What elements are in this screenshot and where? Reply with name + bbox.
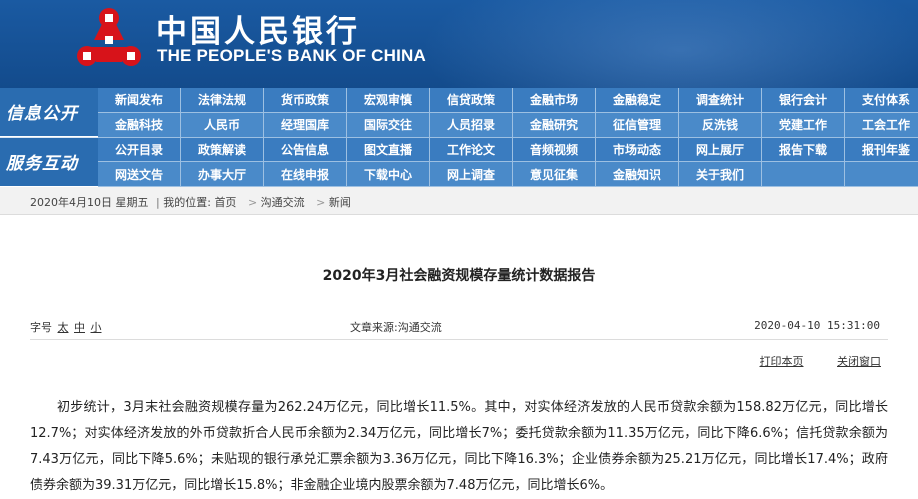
- font-size-medium[interactable]: 中: [74, 321, 85, 334]
- article-meta: 字号 太 中 小 文章来源:沟通交流 2020-04-10 15:31:00: [30, 319, 885, 335]
- nav-item[interactable]: 音频视频: [513, 137, 596, 163]
- breadcrumb-bar: 2020年4月10日 星期五 | 我的位置: 首页 > 沟通交流 > 新闻: [0, 187, 918, 215]
- nav-item[interactable]: 反洗钱: [679, 112, 762, 138]
- article-source: 文章来源:沟通交流: [350, 319, 442, 335]
- nav-empty-cell: [845, 162, 918, 187]
- font-size-control: 字号 太 中 小: [30, 319, 102, 335]
- article-container: 2020年3月社会融资规模存量统计数据报告 字号 太 中 小 文章来源:沟通交流…: [0, 215, 918, 496]
- nav-item[interactable]: 人民币: [181, 112, 264, 138]
- breadcrumb-home-link[interactable]: 首页: [214, 196, 236, 209]
- article-body: 初步统计，3月末社会融资规模存量为262.24万亿元，同比增长11.5%。其中，…: [30, 400, 888, 493]
- nav-item[interactable]: 意见征集: [513, 162, 596, 187]
- font-size-large[interactable]: 太: [58, 321, 69, 334]
- nav-item[interactable]: 信贷政策: [430, 88, 513, 113]
- nav-item[interactable]: 网上调查: [430, 162, 513, 187]
- nav-item[interactable]: 在线申报: [264, 162, 347, 187]
- separator: |: [156, 196, 160, 209]
- nav-item[interactable]: 政策解读: [181, 137, 264, 163]
- current-date: 2020年4月10日: [30, 196, 112, 209]
- current-weekday: 星期五: [115, 196, 149, 209]
- nav-item[interactable]: 新闻发布: [98, 88, 181, 113]
- nav-item[interactable]: 网上展厅: [679, 137, 762, 163]
- source-label: 文章来源:: [350, 321, 398, 334]
- nav-empty-cell: [762, 162, 845, 187]
- nav-item[interactable]: 公开目录: [98, 137, 181, 163]
- main-nav: 信息公开 服务互动 新闻发布 法律法规 货币政策 宏观审慎 信贷政策 金融市场 …: [0, 88, 918, 187]
- nav-item[interactable]: 金融科技: [98, 112, 181, 138]
- nav-item[interactable]: 调查统计: [679, 88, 762, 113]
- nav-item[interactable]: 市场动态: [596, 137, 679, 163]
- breadcrumb-section-link[interactable]: 沟通交流: [261, 196, 305, 209]
- nav-item[interactable]: 关于我们: [679, 162, 762, 187]
- pboc-emblem-icon[interactable]: [74, 6, 144, 70]
- nav-item[interactable]: 工会工作: [845, 112, 918, 138]
- separator: >: [316, 196, 326, 209]
- nav-item[interactable]: 支付体系: [845, 88, 918, 113]
- font-size-small[interactable]: 小: [91, 321, 102, 334]
- header-glow: [420, 0, 918, 88]
- nav-item[interactable]: 金融知识: [596, 162, 679, 187]
- nav-item[interactable]: 经理国库: [264, 112, 347, 138]
- nav-section-label: 服务互动: [6, 154, 78, 174]
- nav-item[interactable]: 工作论文: [430, 137, 513, 163]
- nav-item[interactable]: 网送文告: [98, 162, 181, 187]
- article-datetime: 2020-04-10 15:31:00: [754, 319, 880, 332]
- nav-item[interactable]: 人员招录: [430, 112, 513, 138]
- breadcrumb-current[interactable]: 新闻: [329, 196, 351, 209]
- location-label: 我的位置:: [163, 196, 211, 209]
- divider: [30, 339, 888, 340]
- article-title: 2020年3月社会融资规模存量统计数据报告: [322, 268, 596, 284]
- source-value: 沟通交流: [397, 321, 442, 334]
- nav-item[interactable]: 国际交往: [347, 112, 430, 138]
- nav-item[interactable]: 银行会计: [762, 88, 845, 113]
- brand-name-cn[interactable]: 中国人民银行: [156, 6, 360, 51]
- breadcrumb: 2020年4月10日 星期五 | 我的位置: 首页 > 沟通交流 > 新闻: [30, 194, 351, 210]
- nav-item[interactable]: 金融市场: [513, 88, 596, 113]
- font-size-label: 字号: [30, 321, 52, 334]
- nav-item[interactable]: 下载中心: [347, 162, 430, 187]
- nav-item[interactable]: 金融研究: [513, 112, 596, 138]
- nav-section-info-public: 信息公开: [0, 88, 98, 137]
- nav-section-service: 服务互动: [0, 138, 98, 187]
- nav-item[interactable]: 报告下载: [762, 137, 845, 163]
- nav-item[interactable]: 征信管理: [596, 112, 679, 138]
- nav-section-label: 信息公开: [6, 104, 78, 124]
- nav-item[interactable]: 法律法规: [181, 88, 264, 113]
- site-header: 中国人民银行 THE PEOPLE'S BANK OF CHINA: [0, 0, 918, 88]
- nav-grid: 新闻发布 法律法规 货币政策 宏观审慎 信贷政策 金融市场 金融稳定 调查统计 …: [98, 88, 918, 187]
- nav-item[interactable]: 图文直播: [347, 137, 430, 163]
- close-window-link[interactable]: 关闭窗口: [837, 355, 881, 368]
- nav-item[interactable]: 党建工作: [762, 112, 845, 138]
- brand-name-en[interactable]: THE PEOPLE'S BANK OF CHINA: [157, 46, 426, 66]
- nav-item[interactable]: 公告信息: [264, 137, 347, 163]
- nav-item[interactable]: 宏观审慎: [347, 88, 430, 113]
- separator: >: [247, 196, 258, 209]
- nav-item[interactable]: 货币政策: [264, 88, 347, 113]
- print-page-link[interactable]: 打印本页: [760, 355, 804, 368]
- nav-item[interactable]: 报刊年鉴: [845, 137, 918, 163]
- article-tools: 打印本页 关闭窗口: [730, 353, 882, 369]
- nav-item[interactable]: 金融稳定: [596, 88, 679, 113]
- nav-item[interactable]: 办事大厅: [181, 162, 264, 187]
